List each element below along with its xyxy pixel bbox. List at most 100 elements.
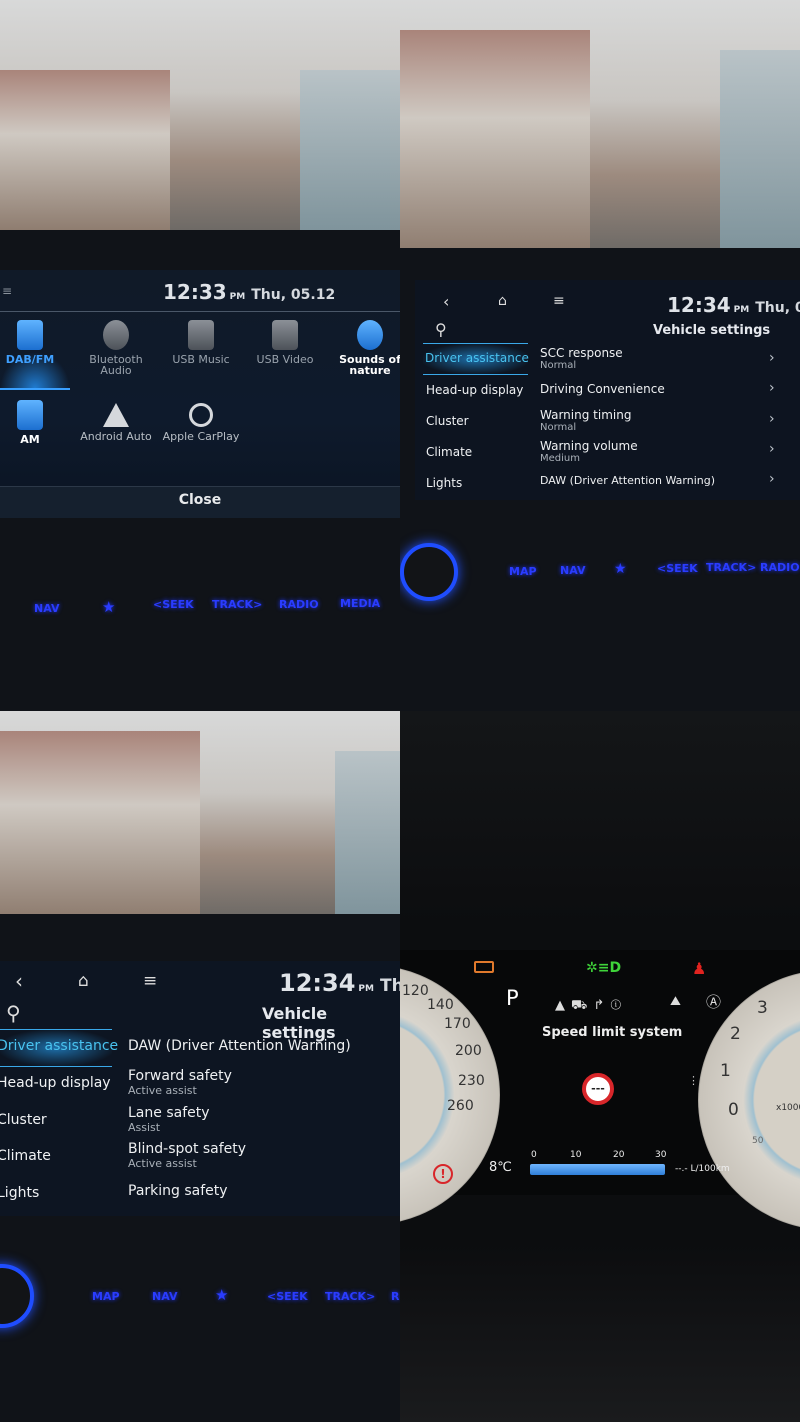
- media-screen: ≡ 12:33 PM Thu, 05.12 DAB/FM Bluetooth Aud…: [0, 270, 400, 518]
- photo-instrument-cluster: 120 140 170 200 230 260 3 2 1 0 x1000 50…: [400, 711, 800, 1422]
- settings-screen: ‹ ⌂ ≡ 12:34PMThu, 05.1 ⚲ Vehicle setting…: [415, 280, 800, 500]
- bluetooth-audio-icon: [103, 320, 129, 350]
- menu-cluster[interactable]: Cluster: [426, 414, 469, 428]
- outside-temperature: 8℃: [489, 1160, 512, 1175]
- cluster-display: 120 140 170 200 230 260 3 2 1 0 x1000 50…: [400, 950, 800, 1230]
- clock: 12:33 PM Thu, 05.12: [163, 280, 335, 304]
- check-engine-icon: [474, 961, 494, 973]
- menu-icon[interactable]: ≡: [2, 284, 12, 298]
- setting-daw[interactable]: DAW (Driver Attention Warning): [540, 474, 715, 487]
- settings-screen: ‹ ⌂ ≡ 12:34PMThu ⚲ Vehicle settings Driv…: [0, 961, 400, 1216]
- menu-head-up-display[interactable]: Head-up display: [426, 383, 523, 397]
- menu-lights[interactable]: Lights: [0, 1185, 39, 1201]
- back-icon[interactable]: ‹: [443, 292, 449, 311]
- android-auto-icon: [103, 403, 129, 427]
- adas-icons: ▲⛟↱ⓘ: [555, 998, 628, 1013]
- tile-usb-video[interactable]: USB Video: [245, 320, 325, 365]
- tile-android-auto[interactable]: Android Auto: [76, 403, 156, 442]
- wall: [720, 50, 800, 250]
- auto-hold-icon: Ⓐ: [706, 993, 722, 1011]
- menu-climate[interactable]: Climate: [426, 445, 472, 459]
- hardkey-radio[interactable]: R: [391, 1290, 399, 1303]
- brake-warning-icon: !: [433, 1164, 453, 1184]
- menu-lights[interactable]: Lights: [426, 476, 462, 490]
- hardkey-track[interactable]: TRACK>: [325, 1290, 375, 1303]
- chevron-right-icon: ›: [769, 350, 775, 366]
- seatbelt-warning-icon: ♟: [692, 959, 707, 978]
- home-icon[interactable]: ⌂: [498, 293, 507, 309]
- hardkey-radio[interactable]: RADIO: [279, 598, 319, 611]
- hardkey-favorite[interactable]: ★: [614, 561, 627, 577]
- search-icon[interactable]: ⚲: [6, 1001, 21, 1025]
- page-title: Vehicle settings: [653, 323, 771, 338]
- tile-sounds-of-nature[interactable]: Sounds of nature: [330, 320, 400, 376]
- photo-media-menu: ≡ 12:33 PM Thu, 05.12 DAB/FM Bluetooth Aud…: [0, 0, 400, 711]
- menu-cluster[interactable]: Cluster: [0, 1112, 47, 1128]
- menu-head-up-display[interactable]: Head-up display: [0, 1075, 111, 1091]
- menu-icon[interactable]: ≡: [143, 971, 157, 991]
- setting-warning-volume[interactable]: Warning volume Medium: [540, 439, 638, 464]
- building: [0, 731, 200, 916]
- close-button[interactable]: Close: [0, 486, 400, 518]
- chevron-right-icon: ›: [769, 471, 775, 487]
- hardkey-radio[interactable]: RADIO: [760, 561, 800, 574]
- tile-dab-fm[interactable]: DAB/FM: [0, 320, 70, 365]
- tile-am[interactable]: AM: [0, 400, 70, 445]
- back-icon[interactable]: ‹: [15, 969, 23, 993]
- menu-icon[interactable]: ≡: [553, 293, 565, 309]
- hardkey-seek[interactable]: <SEEK: [657, 562, 698, 575]
- menu-driver-assistance[interactable]: Driver assistance: [425, 351, 529, 365]
- menu-climate[interactable]: Climate: [0, 1148, 51, 1164]
- lane-assist-icon: ⛰: [670, 994, 681, 1009]
- wall: [335, 751, 400, 916]
- setting-lane-safety[interactable]: Lane safety Assist: [128, 1105, 210, 1134]
- setting-daw[interactable]: DAW (Driver Attention Warning): [128, 1038, 351, 1054]
- volume-knob[interactable]: [400, 543, 458, 601]
- usb-video-icon: [272, 320, 298, 350]
- setting-forward-safety[interactable]: Forward safety Active assist: [128, 1068, 232, 1097]
- chevron-right-icon: ›: [769, 441, 775, 457]
- tile-usb-music[interactable]: USB Music: [161, 320, 241, 365]
- hardkey-map[interactable]: MAP: [509, 565, 537, 578]
- usb-music-icon: [188, 320, 214, 350]
- radio-icon: [17, 320, 43, 350]
- hardkey-nav[interactable]: NAV: [152, 1290, 178, 1303]
- gear-indicator: P: [506, 986, 519, 1010]
- hardkey-seek[interactable]: <SEEK: [153, 598, 194, 611]
- more-icon: ⋮: [688, 1074, 699, 1087]
- hardkey-track[interactable]: TRACK>: [706, 561, 756, 574]
- hardkey-seek[interactable]: <SEEK: [267, 1290, 308, 1303]
- cluster-message: Speed limit system: [542, 1025, 683, 1040]
- wall: [300, 70, 400, 230]
- tile-bluetooth-audio[interactable]: Bluetooth Audio: [76, 320, 156, 376]
- home-icon[interactable]: ⌂: [78, 971, 89, 991]
- setting-scc-response[interactable]: SCC response Normal: [540, 346, 623, 371]
- fuel-economy-readout: --.- L/100km: [675, 1164, 730, 1174]
- setting-parking-safety[interactable]: Parking safety: [128, 1183, 228, 1199]
- hardkey-map[interactable]: MAP: [92, 1290, 120, 1303]
- menu-driver-assistance[interactable]: Driver assistance: [0, 1038, 118, 1054]
- lights-indicator-icon: ✲≡D: [586, 960, 622, 976]
- search-icon[interactable]: ⚲: [435, 320, 447, 339]
- tile-apple-carplay[interactable]: Apple CarPlay: [161, 403, 241, 442]
- setting-blind-spot-safety[interactable]: Blind-spot safety Active assist: [128, 1141, 246, 1170]
- hardkey-track[interactable]: TRACK>: [212, 598, 262, 611]
- radio-icon: [17, 400, 43, 430]
- chevron-right-icon: ›: [769, 411, 775, 427]
- chevron-right-icon: ›: [769, 380, 775, 396]
- hardkey-nav[interactable]: NAV: [560, 564, 586, 577]
- page-title: Vehicle settings: [262, 1004, 336, 1042]
- speed-limit-sign: ---: [582, 1073, 614, 1105]
- hardkey-favorite[interactable]: ★: [102, 598, 115, 616]
- setting-warning-timing[interactable]: Warning timing Normal: [540, 408, 631, 433]
- hardkey-favorite[interactable]: ★: [215, 1286, 228, 1304]
- hardkey-nav[interactable]: NAV: [34, 602, 60, 615]
- fuel-economy-bar: [530, 1164, 665, 1175]
- photo-vehicle-settings-1: ‹ ⌂ ≡ 12:34PMThu, 05.1 ⚲ Vehicle setting…: [400, 0, 800, 711]
- apple-carplay-icon: [189, 403, 213, 427]
- setting-driving-convenience[interactable]: Driving Convenience: [540, 382, 665, 396]
- hardkey-media[interactable]: MEDIA: [340, 597, 380, 610]
- building: [0, 70, 170, 230]
- building: [400, 30, 590, 250]
- clock: 12:34PMThu, 05.1: [667, 293, 800, 317]
